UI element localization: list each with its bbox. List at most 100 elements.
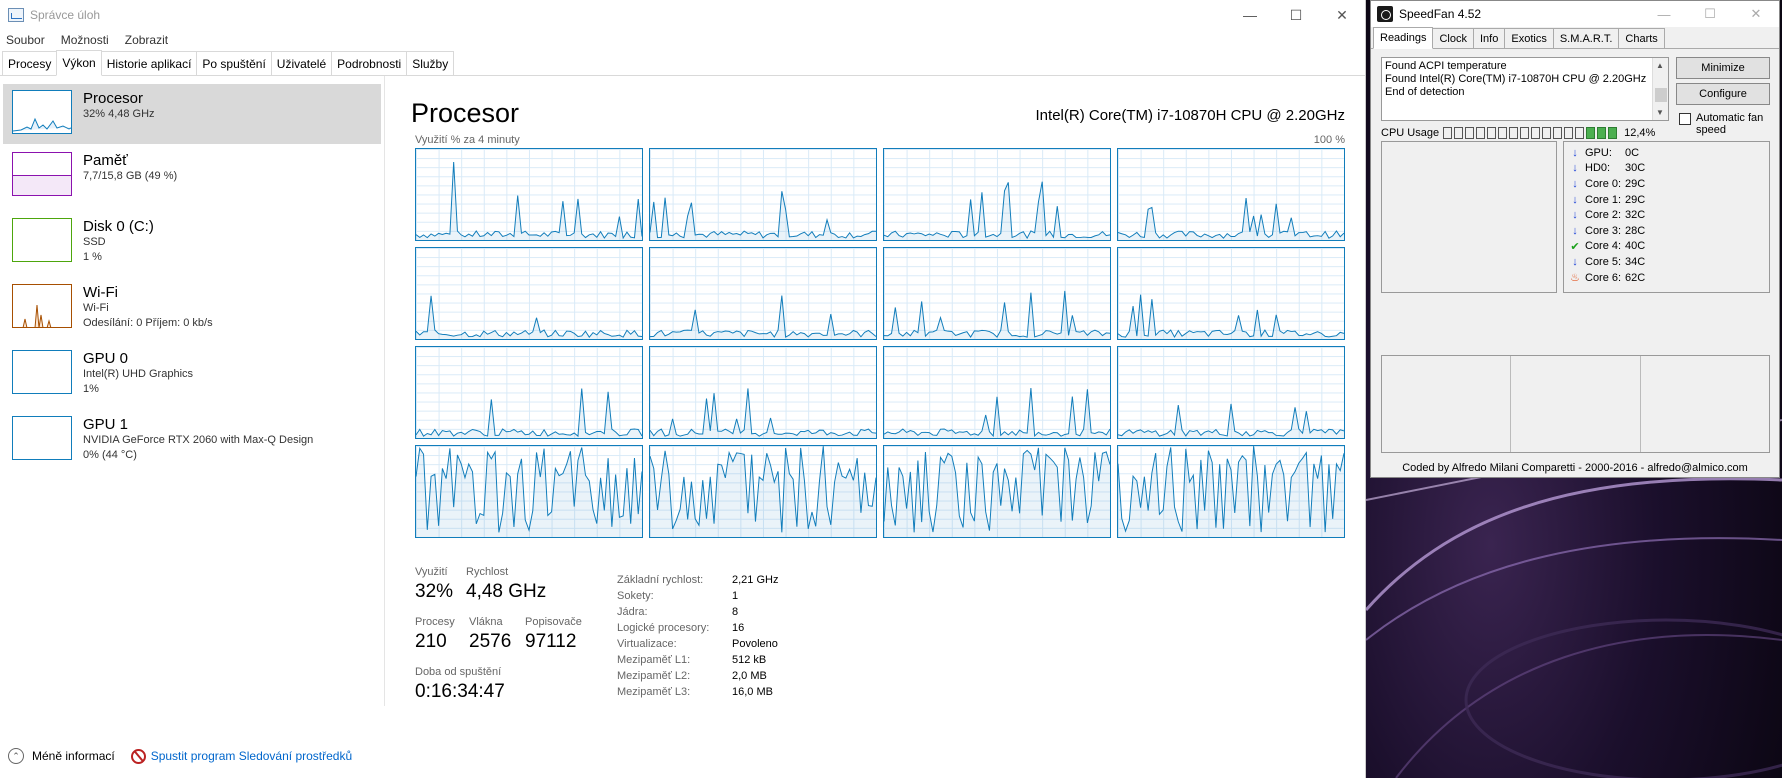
- cpu-usage-value: 12,4%: [1624, 127, 1656, 139]
- speedfan-close-button[interactable]: ✕: [1733, 1, 1779, 27]
- sidebar-item-memory[interactable]: Paměť 7,7/15,8 GB (49 %): [0, 144, 384, 210]
- temp-value: 34C: [1625, 255, 1646, 268]
- resource-sidebar: Procesor 32% 4,48 GHz Paměť 7,7/15,8 GB …: [0, 76, 385, 706]
- cpu-usage-bar: [1465, 127, 1475, 139]
- chevron-up-icon[interactable]: ⌃: [8, 748, 24, 764]
- log-scrollbar[interactable]: ▲ ▼: [1652, 58, 1668, 120]
- spec-value: 512 kB: [732, 654, 767, 666]
- scroll-thumb[interactable]: [1655, 88, 1667, 102]
- automatic-fan-speed-option[interactable]: Automatic fan speed: [1679, 112, 1770, 136]
- sidebar-item-cpu[interactable]: Procesor 32% 4,48 GHz: [3, 84, 381, 144]
- sidebar-item-detail: 32% 4,48 GHz: [83, 108, 155, 120]
- tab-details[interactable]: Podrobnosti: [331, 51, 408, 75]
- speedfan-maximize-button[interactable]: ☐: [1687, 1, 1733, 27]
- sidebar-item-gpu1[interactable]: GPU 1 NVIDIA GeForce RTX 2060 with Max-Q…: [0, 408, 384, 474]
- tab-app-history[interactable]: Historie aplikací: [100, 51, 198, 75]
- graph-caption: Využití % za 4 minuty: [415, 134, 520, 146]
- tab-startup[interactable]: Po spuštění: [196, 51, 272, 75]
- minimize-button[interactable]: —: [1227, 0, 1273, 30]
- cpu-usage-bar: [1597, 127, 1607, 139]
- fewer-details-link[interactable]: Méně informací: [32, 749, 115, 763]
- sidebar-item-detail: Odesílání: 0 Příjem: 0 kb/s: [83, 317, 213, 329]
- performance-panel: Procesor Intel(R) Core(TM) i7-10870H CPU…: [411, 76, 1345, 706]
- tab-users[interactable]: Uživatelé: [270, 51, 333, 75]
- logical-processor-graph: [415, 346, 643, 439]
- title-bar[interactable]: Správce úloh — ☐ ✕: [0, 0, 1365, 30]
- tab-charts[interactable]: Charts: [1618, 28, 1665, 48]
- temp-label: HD0:: [1585, 162, 1611, 175]
- speedfan-title-bar[interactable]: SpeedFan 4.52 — ☐ ✕: [1371, 1, 1779, 27]
- processes-label: Procesy: [415, 616, 455, 628]
- automatic-fan-speed-checkbox[interactable]: [1679, 113, 1691, 125]
- utilization-label: Využití: [415, 566, 448, 578]
- temp-row: ✔ Core 4: 40C: [1568, 239, 1765, 255]
- spec-label: Mezipaměť L1:: [617, 654, 691, 666]
- log-line: End of detection: [1385, 86, 1465, 98]
- scroll-up-icon[interactable]: ▲: [1656, 59, 1664, 72]
- tab-processes[interactable]: Procesy: [2, 51, 58, 75]
- menu-file[interactable]: Soubor: [6, 33, 45, 47]
- arrow-down-icon: ↓: [1572, 193, 1578, 206]
- spec-label: Mezipaměť L3:: [617, 686, 691, 698]
- configure-button[interactable]: Configure: [1676, 83, 1770, 105]
- cpu-usage-bar: [1476, 127, 1486, 139]
- temp-label: Core 4:: [1585, 240, 1622, 253]
- sidebar-item-label: Disk 0 (C:): [83, 218, 154, 235]
- logical-processor-graph: [649, 247, 877, 340]
- temp-value: 32C: [1625, 209, 1646, 222]
- arrow-down-icon: ↓: [1572, 255, 1578, 268]
- readings-column: [1511, 356, 1641, 452]
- close-button[interactable]: ✕: [1319, 0, 1365, 30]
- footer-bar: ⌃ Méně informací Spustit program Sledová…: [0, 742, 380, 770]
- spec-label: Mezipaměť L2:: [617, 670, 691, 682]
- temp-row: ↓ GPU: 0C: [1568, 145, 1765, 161]
- tab-smart[interactable]: S.M.A.R.T.: [1552, 28, 1620, 48]
- cpu-usage-bar: [1443, 127, 1453, 139]
- tab-services[interactable]: Služby: [406, 51, 455, 75]
- tab-info[interactable]: Info: [1473, 28, 1506, 48]
- minimize-to-tray-button[interactable]: Minimize: [1676, 57, 1770, 79]
- temp-row: ↓ Core 2: 32C: [1568, 207, 1765, 223]
- spec-value: 2,21 GHz: [732, 574, 779, 586]
- cpu-usage-bar: [1454, 127, 1464, 139]
- temp-row: ♨ Core 6: 62C: [1568, 270, 1765, 286]
- maximize-button[interactable]: ☐: [1273, 0, 1319, 30]
- cpu-usage-bar: [1586, 127, 1596, 139]
- tab-performance[interactable]: Výkon: [56, 50, 102, 76]
- logical-processor-graph: [415, 247, 643, 340]
- logical-processor-graphs: [415, 148, 1345, 544]
- temp-label: Core 6:: [1585, 271, 1622, 284]
- task-manager-icon: [8, 8, 24, 22]
- temp-value: 28C: [1625, 224, 1646, 237]
- menu-options[interactable]: Možnosti: [61, 33, 109, 47]
- tab-clock[interactable]: Clock: [1432, 28, 1474, 48]
- spec-label: Virtualizace:: [617, 638, 677, 650]
- speedfan-minimize-button[interactable]: —: [1641, 1, 1687, 27]
- arrow-down-icon: ↓: [1572, 209, 1578, 222]
- temp-row: ↓ Core 5: 34C: [1568, 254, 1765, 270]
- menu-view[interactable]: Zobrazit: [125, 33, 168, 47]
- sidebar-item-detail: 1%: [83, 383, 99, 395]
- disk-thumbnail-graph: [12, 218, 72, 262]
- open-resource-monitor-link[interactable]: Spustit program Sledování prostředků: [151, 749, 352, 763]
- scroll-down-icon[interactable]: ▼: [1656, 106, 1664, 119]
- sidebar-item-label: Paměť: [83, 152, 128, 169]
- sidebar-item-detail: 0% (44 °C): [83, 449, 137, 461]
- sidebar-item-label: GPU 0: [83, 350, 129, 367]
- tab-exotics[interactable]: Exotics: [1504, 28, 1554, 48]
- uptime-value: 0:16:34:47: [415, 681, 505, 702]
- logical-processor-graph: [1117, 445, 1345, 538]
- tab-readings[interactable]: Readings: [1373, 27, 1434, 49]
- sidebar-item-detail: Intel(R) UHD Graphics: [83, 368, 194, 380]
- detection-log[interactable]: Found ACPI temperature Found Intel(R) Co…: [1381, 57, 1669, 121]
- sidebar-item-gpu0[interactable]: GPU 0 Intel(R) UHD Graphics 1%: [0, 342, 384, 408]
- sidebar-item-wifi[interactable]: Wi-Fi Wi-Fi Odesílání: 0 Příjem: 0 kb/s: [0, 276, 384, 342]
- sidebar-item-disk[interactable]: Disk 0 (C:) SSD 1 %: [0, 210, 384, 276]
- automatic-fan-speed-label: Automatic fan speed: [1696, 112, 1764, 136]
- spec-label: Sokety:: [617, 590, 654, 602]
- processes-value: 210: [415, 631, 447, 652]
- readings-column: [1382, 356, 1512, 452]
- logical-processor-graph: [649, 445, 877, 538]
- temp-value: 29C: [1625, 177, 1646, 190]
- handles-label: Popisovače: [525, 616, 582, 628]
